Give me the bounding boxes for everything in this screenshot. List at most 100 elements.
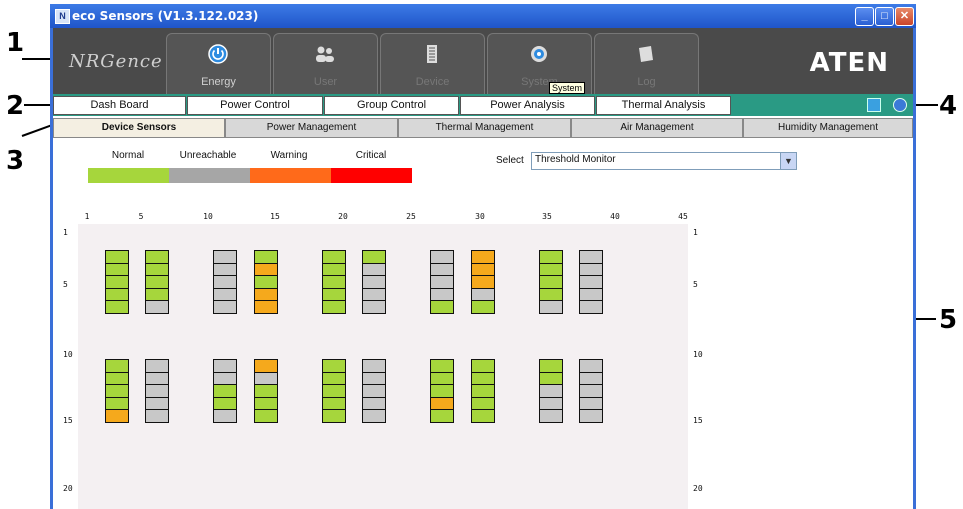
sensor-cell[interactable] [105,385,129,398]
sensor-cell[interactable] [145,288,169,302]
logout-icon[interactable] [893,98,907,112]
sensor-rack[interactable] [579,359,603,423]
sensor-cell[interactable] [579,410,603,423]
menu-power-analysis[interactable]: Power Analysis [460,96,595,115]
sensor-cell[interactable] [579,301,603,314]
sensor-cell[interactable] [322,359,346,373]
sensor-cell[interactable] [254,410,278,423]
menu-group-control[interactable]: Group Control [324,96,459,115]
sensor-cell[interactable] [362,276,386,289]
sensor-rack[interactable] [105,250,129,314]
sensor-cell[interactable] [322,410,346,423]
sensor-cell[interactable] [105,301,129,314]
sensor-cell[interactable] [254,397,278,411]
sensor-cell[interactable] [322,250,346,264]
sensor-cell[interactable] [539,359,563,373]
sensor-cell[interactable] [254,250,278,264]
sensor-cell[interactable] [254,276,278,289]
sensor-cell[interactable] [362,410,386,423]
sensor-cell[interactable] [145,359,169,373]
sensor-cell[interactable] [362,397,386,411]
menu-dashboard[interactable]: Dash Board [53,96,186,115]
sensor-rack[interactable] [213,359,237,423]
sensor-cell[interactable] [579,359,603,373]
sensor-cell[interactable] [430,385,454,398]
sensor-rack[interactable] [362,250,386,314]
sensor-cell[interactable] [471,359,495,373]
sensor-rack[interactable] [471,250,495,314]
threshold-select[interactable]: Threshold Monitor ▼ [531,152,797,170]
sensor-cell[interactable] [539,263,563,277]
menu-thermal-analysis[interactable]: Thermal Analysis [596,96,731,115]
sensor-rack[interactable] [322,359,346,423]
tab-thermal-management[interactable]: Thermal Management [398,118,571,138]
tab-log[interactable]: Log [594,33,699,95]
sensor-cell[interactable] [105,359,129,373]
title-bar[interactable]: N eco Sensors (V1.3.122.023) _ □ ✕ [50,4,916,28]
sensor-cell[interactable] [213,397,237,411]
sensor-cell[interactable] [254,263,278,277]
sensor-cell[interactable] [213,359,237,373]
sensor-cell[interactable] [145,372,169,386]
sensor-cell[interactable] [322,372,346,386]
sensor-cell[interactable] [362,250,386,264]
maximize-button[interactable]: □ [875,7,894,26]
sensor-rack[interactable] [430,250,454,314]
sensor-cell[interactable] [579,263,603,277]
sensor-rack[interactable] [254,359,278,423]
sensor-rack[interactable] [430,359,454,423]
sensor-cell[interactable] [579,372,603,386]
sensor-rack[interactable] [145,359,169,423]
sensor-cell[interactable] [254,372,278,386]
sensor-cell[interactable] [471,301,495,314]
sensor-cell[interactable] [105,263,129,277]
sensor-cell[interactable] [254,288,278,302]
sensor-cell[interactable] [362,385,386,398]
sensor-cell[interactable] [213,276,237,289]
sensor-rack[interactable] [105,359,129,423]
sensor-cell[interactable] [322,288,346,302]
sensor-cell[interactable] [322,263,346,277]
sensor-cell[interactable] [362,359,386,373]
sensor-cell[interactable] [254,385,278,398]
sensor-cell[interactable] [145,397,169,411]
sensor-rack[interactable] [471,359,495,423]
sensor-rack[interactable] [145,250,169,314]
sensor-cell[interactable] [145,263,169,277]
sensor-cell[interactable] [145,250,169,264]
sensor-cell[interactable] [430,288,454,302]
sensor-cell[interactable] [430,301,454,314]
sensor-cell[interactable] [471,372,495,386]
sensor-cell[interactable] [105,410,129,423]
sensor-cell[interactable] [322,385,346,398]
sensor-cell[interactable] [539,410,563,423]
sensor-cell[interactable] [105,397,129,411]
monitor-icon[interactable] [867,98,881,112]
sensor-cell[interactable] [539,301,563,314]
sensor-cell[interactable] [145,385,169,398]
sensor-cell[interactable] [430,372,454,386]
sensor-rack[interactable] [539,250,563,314]
sensor-cell[interactable] [579,385,603,398]
sensor-cell[interactable] [213,250,237,264]
sensor-cell[interactable] [539,397,563,411]
sensor-cell[interactable] [579,250,603,264]
sensor-cell[interactable] [213,263,237,277]
sensor-cell[interactable] [471,410,495,423]
sensor-cell[interactable] [539,385,563,398]
sensor-cell[interactable] [471,397,495,411]
sensor-cell[interactable] [471,288,495,302]
sensor-cell[interactable] [213,301,237,314]
tab-air-management[interactable]: Air Management [571,118,743,138]
tab-device-sensors[interactable]: Device Sensors [53,118,225,138]
sensor-cell[interactable] [213,410,237,423]
tab-humidity-management[interactable]: Humidity Management [743,118,913,138]
sensor-cell[interactable] [322,276,346,289]
tab-user[interactable]: User [273,33,378,95]
sensor-cell[interactable] [471,263,495,277]
sensor-cell[interactable] [213,288,237,302]
tab-energy[interactable]: Energy [166,33,271,95]
sensor-rack[interactable] [579,250,603,314]
sensor-cell[interactable] [145,276,169,289]
sensor-cell[interactable] [471,385,495,398]
